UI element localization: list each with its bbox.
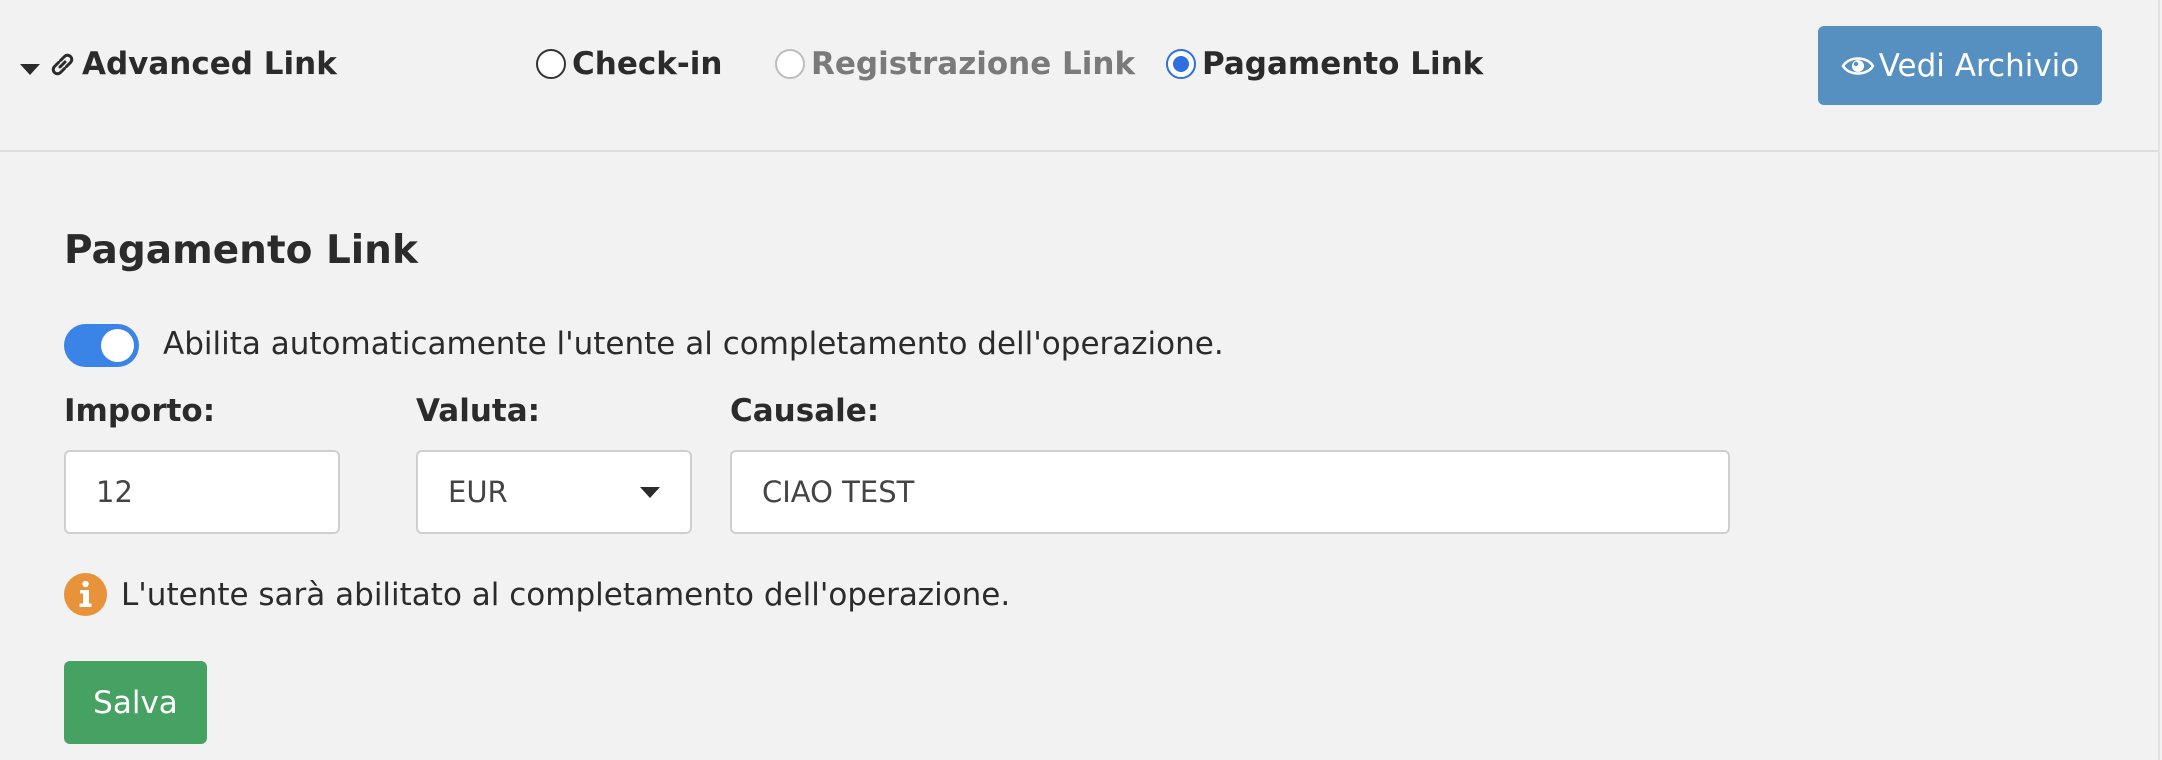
valuta-select[interactable]: EUR — [416, 450, 692, 534]
vedi-archivio-button[interactable]: Vedi Archivio — [1818, 26, 2102, 105]
valuta-selected-value: EUR — [448, 475, 508, 509]
chevron-down-icon — [640, 487, 660, 498]
panel-title: Advanced Link — [82, 46, 337, 82]
info-text: L'utente sarà abilitato al completamento… — [121, 576, 1011, 613]
radio-option-check-in[interactable]: Check-in — [536, 46, 722, 82]
panel-header: Advanced Link Check-in Registrazione Lin… — [0, 0, 2158, 152]
importo-input[interactable]: 12 — [64, 450, 340, 534]
importo-label: Importo: — [64, 393, 216, 429]
radio-check-in[interactable] — [536, 49, 566, 79]
collapse-toggle[interactable]: Advanced Link — [20, 46, 337, 82]
vedi-archivio-label: Vedi Archivio — [1878, 47, 2080, 84]
radio-pagamento-link[interactable] — [1166, 49, 1196, 79]
link-icon — [51, 53, 74, 76]
radio-label-check-in: Check-in — [572, 46, 723, 82]
causale-input[interactable]: CIAO TEST — [730, 450, 1730, 534]
caret-down-icon — [20, 63, 40, 75]
radio-label-pagamento-link: Pagamento Link — [1202, 46, 1484, 82]
radio-option-registrazione-link: Registrazione Link — [775, 46, 1135, 82]
save-button[interactable]: Salva — [64, 661, 207, 744]
causale-label: Causale: — [730, 393, 880, 429]
toggle-knob — [101, 329, 134, 362]
info-message: L'utente sarà abilitato al completamento… — [64, 573, 1010, 616]
section-title: Pagamento Link — [64, 228, 418, 273]
auto-enable-toggle[interactable] — [64, 324, 139, 367]
radio-registrazione-link — [775, 49, 805, 79]
radio-option-pagamento-link[interactable]: Pagamento Link — [1166, 46, 1483, 82]
radio-label-registrazione-link: Registrazione Link — [811, 46, 1136, 82]
auto-enable-label: Abilita automaticamente l'utente al comp… — [163, 326, 1224, 362]
valuta-label: Valuta: — [416, 393, 541, 429]
advanced-link-panel: Advanced Link Check-in Registrazione Lin… — [0, 0, 2160, 760]
info-circle-icon — [64, 573, 107, 616]
eye-icon — [1841, 56, 1875, 75]
